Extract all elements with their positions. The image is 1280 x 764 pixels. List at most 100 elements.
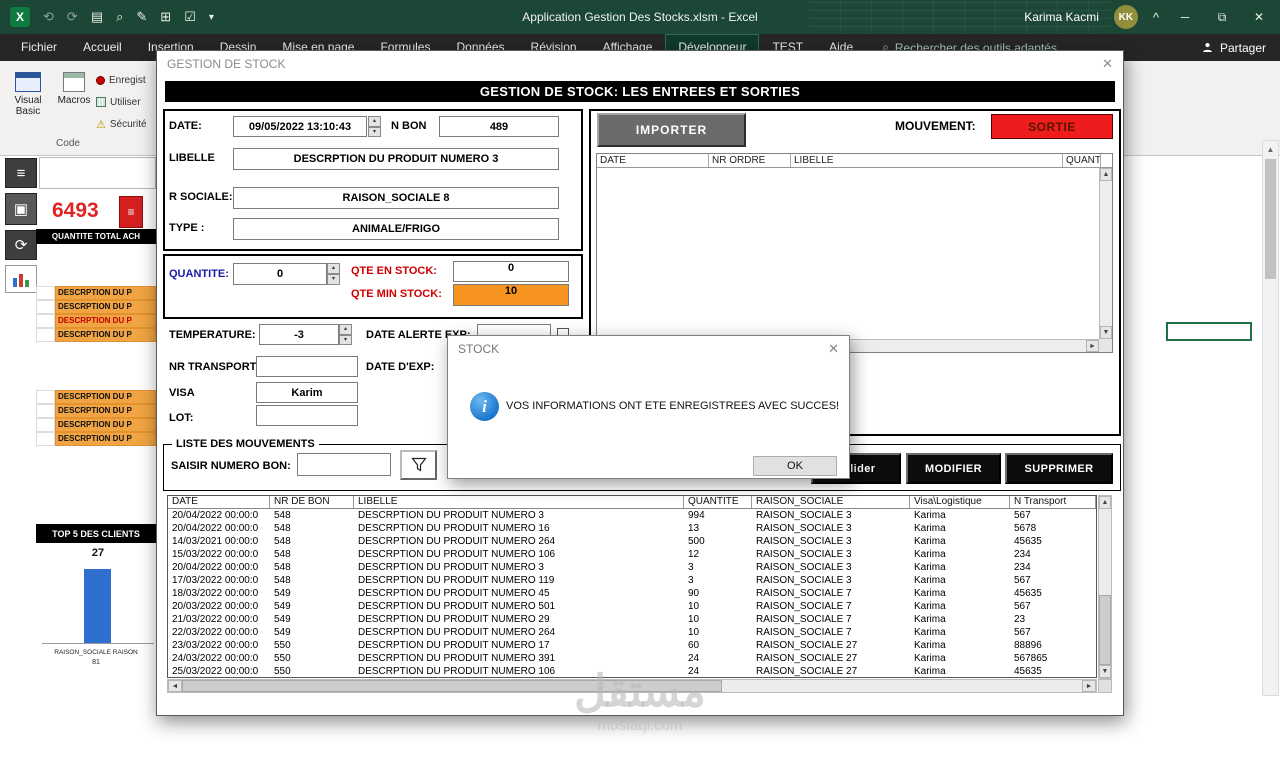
scroll-up-icon[interactable]: ▲ (1263, 141, 1278, 157)
date-input[interactable] (233, 116, 367, 137)
scrollbar-thumb[interactable] (1265, 159, 1276, 279)
table-row[interactable]: 20/04/2022 00:00:0 548 DESCRPTION DU PRODU… (168, 522, 1096, 535)
spin-down-icon[interactable]: ▾ (327, 274, 340, 285)
product-row[interactable]: DESCRPTION DU P (36, 404, 156, 418)
table-row[interactable]: 23/03/2022 00:00:0 550 DESCRPTION DU PRODU… (168, 639, 1096, 652)
lot-input[interactable] (256, 405, 358, 426)
quick-access-icon-1[interactable]: ▤ (91, 9, 103, 25)
table-row[interactable]: 15/03/2022 00:00:0 548 DESCRPTION DU PRODU… (168, 548, 1096, 561)
spin-down-icon[interactable]: ▾ (339, 334, 352, 345)
entries-listbox[interactable]: DATENR ORDRELIBELLEQUANT ▲ ▼ ◄ ► (596, 153, 1113, 353)
table-row[interactable]: 22/03/2022 00:00:0 549 DESCRPTION DU PRODU… (168, 626, 1096, 639)
table-header-cell[interactable]: NR DE BON (270, 496, 354, 508)
macros-button[interactable]: Macros (52, 66, 96, 148)
mouvements-table-body[interactable]: 20/04/2022 00:00:0 548 DESCRPTION DU PRODU… (168, 509, 1096, 677)
minimize-button[interactable]: ─ (1174, 10, 1196, 24)
redo-icon[interactable]: ⟳ (67, 9, 78, 25)
table-row[interactable]: 20/04/2022 00:00:0 548 DESCRPTION DU PRODU… (168, 561, 1096, 574)
table-row[interactable]: 24/03/2022 00:00:0 550 DESCRPTION DU PRODU… (168, 652, 1096, 665)
saisir-numero-bon-input[interactable] (297, 453, 391, 476)
scroll-left-icon[interactable]: ◄ (168, 680, 182, 692)
record-macro-button[interactable]: Enregist (96, 71, 158, 89)
importer-button[interactable]: IMPORTER (597, 113, 746, 147)
quick-access-icon-3[interactable]: ✎ (136, 9, 147, 25)
supprimer-button[interactable]: SUPPRIMER (1005, 453, 1113, 484)
chart-icon[interactable] (5, 265, 37, 293)
scroll-right-icon[interactable]: ► (1086, 340, 1099, 352)
scroll-down-icon[interactable]: ▼ (1099, 665, 1111, 678)
share-button[interactable]: Partager (1201, 41, 1266, 55)
filter-button[interactable] (400, 450, 437, 480)
table-row[interactable]: 25/03/2022 00:00:0 550 DESCRPTION DU PRODU… (168, 665, 1096, 677)
product-row[interactable]: DESCRPTION DU P (36, 390, 156, 404)
spin-down-icon[interactable]: ▾ (368, 126, 381, 137)
raison-sociale-input[interactable] (233, 187, 559, 209)
quantite-input[interactable] (233, 263, 327, 285)
table-row[interactable]: 18/03/2022 00:00:0 549 DESCRPTION DU PRODU… (168, 587, 1096, 600)
product-row[interactable]: DESCRPTION DU P (36, 432, 156, 446)
ribbon-display-options-icon[interactable]: ^ (1153, 10, 1159, 25)
package-icon[interactable]: ▣ (5, 193, 37, 225)
scroll-up-icon[interactable]: ▲ (1100, 168, 1112, 181)
table-header-cell[interactable]: RAISON_SOCIALE (752, 496, 910, 508)
macro-security-button[interactable]: ⚠ Sécurité (96, 115, 158, 133)
scrollbar-thumb[interactable] (182, 680, 722, 692)
scroll-down-icon[interactable]: ▼ (1100, 326, 1112, 339)
table-header-cell[interactable]: QUANTITE (684, 496, 752, 508)
table-horizontal-scrollbar[interactable]: ◄ ► (167, 679, 1097, 693)
quantite-spinner[interactable]: ▴ ▾ (327, 263, 340, 285)
dialog-close-icon[interactable]: ✕ (828, 341, 839, 357)
visa-input[interactable] (256, 382, 358, 403)
entries-vertical-scrollbar[interactable]: ▲ ▼ (1099, 168, 1112, 339)
relative-references-button[interactable]: Utiliser (96, 93, 158, 111)
mouvement-toggle-button[interactable]: SORTIE (991, 114, 1113, 139)
product-row[interactable]: DESCRPTION DU P (36, 418, 156, 432)
table-header-cell[interactable]: N Transport (1010, 496, 1096, 508)
maximize-button[interactable]: ⧉ (1211, 10, 1233, 25)
table-row[interactable]: 17/03/2022 00:00:0 548 DESCRPTION DU PRODU… (168, 574, 1096, 587)
table-header-cell[interactable]: Visa\Logistique (910, 496, 1010, 508)
product-row[interactable]: DESCRPTION DU P (36, 314, 156, 328)
nr-transport-input[interactable] (256, 356, 358, 377)
temperature-spinner[interactable]: ▴ ▾ (339, 324, 352, 345)
scroll-up-icon[interactable]: ▲ (1099, 496, 1111, 509)
spin-up-icon[interactable]: ▴ (368, 116, 381, 127)
date-spinner[interactable]: ▴ ▾ (368, 116, 381, 137)
libelle-input[interactable] (233, 148, 559, 170)
avatar[interactable]: KK (1113, 5, 1138, 29)
spin-up-icon[interactable]: ▴ (339, 324, 352, 335)
quick-access-icon-4[interactable]: ⊞ (160, 9, 171, 25)
visual-basic-button[interactable]: Visual Basic (6, 66, 50, 148)
product-row[interactable]: DESCRPTION DU P (36, 328, 156, 342)
selected-cell[interactable] (1166, 322, 1252, 341)
menu-icon[interactable]: ≡ (5, 158, 37, 188)
table-row[interactable]: 21/03/2022 00:00:0 549 DESCRPTION DU PRODU… (168, 613, 1096, 626)
quick-access-icon-2[interactable]: ⌕ (116, 9, 123, 25)
scroll-right-icon[interactable]: ► (1082, 680, 1096, 692)
table-row[interactable]: 20/04/2022 00:00:0 548 DESCRPTION DU PRODU… (168, 509, 1096, 522)
type-input[interactable] (233, 218, 559, 240)
table-vertical-scrollbar[interactable]: ▲ ▼ (1098, 495, 1112, 679)
table-row[interactable]: 14/03/2021 00:00:0 548 DESCRPTION DU PRODU… (168, 535, 1096, 548)
product-row[interactable]: DESCRPTION DU P (36, 286, 156, 300)
quick-access-caret-icon[interactable]: ▾ (209, 12, 214, 23)
tab-fichier[interactable]: Fichier (8, 34, 70, 61)
table-header-cell[interactable]: DATE (168, 496, 270, 508)
table-row[interactable]: 20/03/2022 00:00:0 549 DESCRPTION DU PRODU… (168, 600, 1096, 613)
tab-accueil[interactable]: Accueil (70, 34, 135, 61)
product-row[interactable]: DESCRPTION DU P (36, 300, 156, 314)
ok-button[interactable]: OK (753, 456, 837, 476)
close-button[interactable]: ✕ (1248, 10, 1270, 24)
nbon-input[interactable] (439, 116, 559, 137)
refresh-icon[interactable]: ⟳ (5, 230, 37, 260)
table-header-cell[interactable]: LIBELLE (354, 496, 684, 508)
undo-icon[interactable]: ⟲ (43, 9, 54, 25)
worksheet-vertical-scrollbar[interactable]: ▲ (1262, 140, 1279, 696)
sheet-textbox[interactable] (39, 157, 156, 189)
spin-up-icon[interactable]: ▴ (327, 263, 340, 274)
modifier-button[interactable]: MODIFIER (906, 453, 1001, 484)
quick-access-icon-5[interactable]: ☑ (184, 9, 196, 25)
user-name[interactable]: Karima Kacmi (1024, 10, 1099, 24)
scrollbar-thumb[interactable] (1099, 595, 1111, 665)
temperature-input[interactable] (259, 324, 339, 345)
